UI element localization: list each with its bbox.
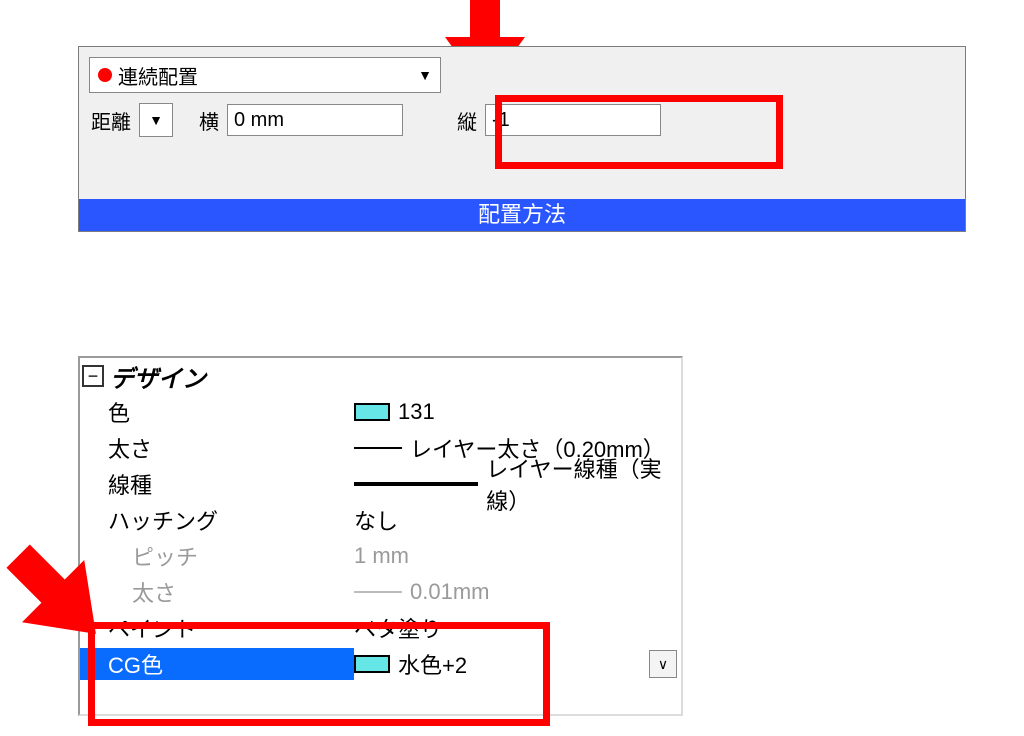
prop-value: ベタ塗り bbox=[354, 612, 442, 644]
collapse-toggle[interactable]: − bbox=[82, 365, 104, 387]
vertical-input[interactable] bbox=[485, 104, 661, 136]
placement-method-header: 配置方法 bbox=[79, 199, 965, 231]
horizontal-label: 横 bbox=[197, 106, 221, 135]
prop-value: 131 bbox=[398, 399, 435, 425]
prop-value: なし bbox=[354, 504, 398, 536]
prop-label: 線種 bbox=[80, 468, 354, 500]
chevron-down-icon: ▼ bbox=[149, 112, 163, 128]
mode-combo-label: 連続配置 bbox=[118, 61, 418, 90]
prop-label: ペイント bbox=[80, 612, 354, 644]
vertical-label: 縦 bbox=[455, 106, 479, 135]
record-dot-icon bbox=[98, 68, 112, 82]
prop-label: ピッチ bbox=[80, 540, 354, 572]
chevron-down-icon: ∨ bbox=[658, 656, 668, 673]
prop-row-thick2[interactable]: 太さ 0.01mm bbox=[80, 574, 681, 610]
prop-label: 色 bbox=[80, 396, 354, 428]
prop-row-color[interactable]: 色 131 bbox=[80, 394, 681, 430]
prop-row-cgcolor[interactable]: CG色 水色+2 ∨ bbox=[80, 646, 681, 682]
prop-label: CG色 bbox=[80, 648, 354, 680]
horizontal-input[interactable] bbox=[227, 104, 403, 136]
prop-value: 1 mm bbox=[354, 543, 409, 569]
prop-row-linetype[interactable]: 線種 レイヤー線種（実線） bbox=[80, 466, 681, 502]
section-title: デザイン bbox=[110, 359, 206, 394]
line-weight-icon bbox=[354, 447, 402, 449]
design-property-grid: − デザイン 色 131 太さ レイヤー太さ（0.20mm） 線種 レイヤー線種… bbox=[78, 356, 683, 716]
cgcolor-dropdown-button[interactable]: ∨ bbox=[649, 650, 677, 678]
distance-unit-combo[interactable]: ▼ bbox=[139, 103, 173, 137]
line-style-icon bbox=[354, 482, 478, 486]
prop-row-pitch[interactable]: ピッチ 1 mm bbox=[80, 538, 681, 574]
mode-combo[interactable]: 連続配置 ▼ bbox=[89, 57, 441, 93]
line-weight-icon bbox=[354, 591, 402, 593]
prop-label: 太さ bbox=[80, 432, 354, 464]
placement-panel: 連続配置 ▼ 距離 ▼ 横 縦 配置方法 bbox=[78, 46, 966, 232]
prop-label: ハッチング bbox=[80, 504, 354, 536]
prop-row-hatching[interactable]: ハッチング なし bbox=[80, 502, 681, 538]
chevron-down-icon: ▼ bbox=[418, 67, 432, 83]
distance-label: 距離 bbox=[89, 106, 133, 135]
prop-label: 太さ bbox=[80, 576, 354, 608]
prop-value: 水色+2 bbox=[398, 648, 467, 680]
prop-value: 0.01mm bbox=[410, 579, 489, 605]
minus-box-icon: − bbox=[88, 367, 99, 385]
color-swatch-icon bbox=[354, 403, 390, 421]
prop-row-paint[interactable]: ペイント ベタ塗り bbox=[80, 610, 681, 646]
color-swatch-icon bbox=[354, 655, 390, 673]
